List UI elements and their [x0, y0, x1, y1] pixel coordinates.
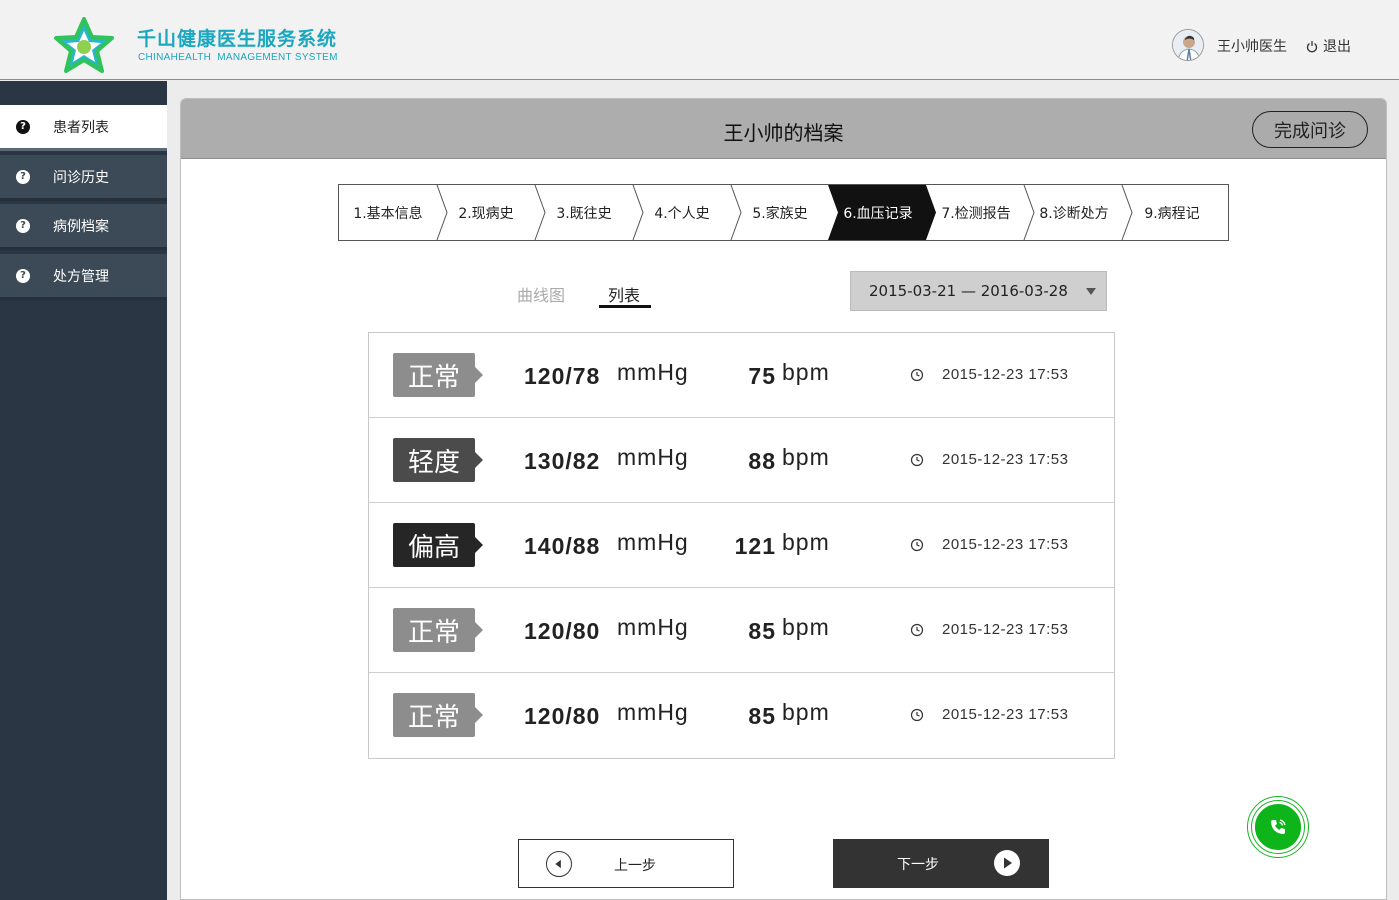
sidebar-item-label: 问诊历史 — [53, 169, 109, 186]
date-range-value: 2015-03-21 — 2016-03-28 — [869, 282, 1068, 300]
record-panel: 王小帅的档案 完成问诊 1.基本信息 2.现病史 3.既往史 4.个人史 5.家… — [180, 98, 1387, 900]
list-item[interactable]: 正常 120/80 mmHg 85 bpm 2015-12-23 17:53 — [369, 673, 1114, 758]
sidebar-item-label: 病例档案 — [53, 218, 109, 235]
sidebar-item-label: 患者列表 — [53, 119, 109, 136]
bp-value: 120/80 — [524, 703, 601, 729]
bp-unit: mmHg — [617, 614, 689, 640]
help-circle-icon: ? — [16, 268, 30, 283]
top-bar: 千山健康医生服务系统 CHINAHEALTH MANAGEMENT SYSTEM… — [0, 0, 1399, 80]
doctor-avatar-icon — [1173, 30, 1203, 60]
active-tab-indicator — [599, 305, 651, 308]
list-item[interactable]: 偏高 140/88 mmHg 121 bpm 2015-12-23 17:53 — [369, 503, 1114, 588]
avatar[interactable] — [1172, 29, 1204, 61]
bp-unit: mmHg — [617, 529, 689, 555]
status-badge: 正常 — [393, 608, 483, 652]
clock-icon — [910, 538, 924, 552]
step-bar: 1.基本信息 2.现病史 3.既往史 4.个人史 5.家族史 6.血压记录 7.… — [338, 184, 1229, 241]
logout-button[interactable]: 退出 — [1306, 36, 1351, 56]
step-family-history[interactable]: 5.家族史 — [731, 185, 829, 240]
sidebar-item-patient-list[interactable]: ? 患者列表 — [0, 105, 167, 151]
caret-down-icon — [1086, 288, 1096, 295]
record-time: 2015-12-23 17:53 — [942, 451, 1069, 468]
bp-unit: mmHg — [617, 359, 689, 385]
heart-rate-value: 75 — [748, 363, 776, 389]
bp-record-list: 正常 120/78 mmHg 75 bpm 2015-12-23 17:53 轻… — [368, 332, 1115, 759]
page-title: 王小帅的档案 — [723, 121, 844, 145]
step-past-history[interactable]: 3.既往史 — [535, 185, 633, 240]
next-step-label: 下一步 — [897, 857, 939, 873]
heart-rate-value: 88 — [748, 448, 776, 474]
finish-consult-button[interactable]: 完成问诊 — [1252, 111, 1368, 148]
tab-list[interactable]: 列表 — [608, 282, 640, 306]
brand-title: 千山健康医生服务系统 — [137, 28, 338, 50]
bp-value: 120/78 — [524, 363, 601, 389]
status-badge: 偏高 — [393, 523, 483, 567]
bp-unit: mmHg — [617, 444, 689, 470]
date-range-select[interactable]: 2015-03-21 — 2016-03-28 — [850, 271, 1107, 311]
list-item[interactable]: 正常 120/78 mmHg 75 bpm 2015-12-23 17:53 — [369, 333, 1114, 418]
record-time: 2015-12-23 17:53 — [942, 621, 1069, 638]
step-test-report[interactable]: 7.检测报告 — [927, 185, 1025, 240]
clock-icon — [910, 368, 924, 382]
heart-rate-unit: bpm — [782, 529, 830, 555]
heart-rate-value: 85 — [748, 703, 776, 729]
sidebar-item-prescription[interactable]: ? 处方管理 — [0, 254, 167, 300]
sidebar-item-label: 处方管理 — [53, 268, 109, 285]
tab-curve[interactable]: 曲线图 — [517, 282, 565, 306]
arrow-left-circle-icon — [546, 851, 572, 877]
step-present-illness[interactable]: 2.现病史 — [437, 185, 535, 240]
clock-icon — [910, 708, 924, 722]
step-basic-info[interactable]: 1.基本信息 — [339, 185, 437, 240]
help-circle-icon: ? — [16, 119, 30, 134]
status-badge: 轻度 — [393, 438, 483, 482]
brand-subtitle: CHINAHEALTH MANAGEMENT SYSTEM — [138, 52, 338, 63]
heart-rate-unit: bpm — [782, 359, 830, 385]
call-button-inner — [1252, 801, 1304, 853]
record-time: 2015-12-23 17:53 — [942, 706, 1069, 723]
heart-rate-value: 121 — [734, 533, 776, 559]
logout-label: 退出 — [1323, 39, 1351, 55]
phone-icon — [1271, 819, 1286, 834]
power-icon — [1306, 40, 1318, 52]
next-step-button[interactable]: 下一步 — [833, 839, 1049, 888]
prev-step-label: 上一步 — [614, 858, 656, 874]
step-personal-history[interactable]: 4.个人史 — [633, 185, 731, 240]
list-item[interactable]: 正常 120/80 mmHg 85 bpm 2015-12-23 17:53 — [369, 588, 1114, 673]
list-item[interactable]: 轻度 130/82 mmHg 88 bpm 2015-12-23 17:53 — [369, 418, 1114, 503]
bp-unit: mmHg — [617, 699, 689, 725]
bp-value: 120/80 — [524, 618, 601, 644]
heart-rate-unit: bpm — [782, 699, 830, 725]
arrow-right-circle-icon — [994, 850, 1020, 876]
clock-icon — [910, 453, 924, 467]
bp-value: 130/82 — [524, 448, 601, 474]
help-circle-icon: ? — [16, 169, 30, 184]
record-time: 2015-12-23 17:53 — [942, 536, 1069, 553]
panel-header: 王小帅的档案 完成问诊 — [181, 99, 1386, 159]
call-button[interactable] — [1247, 796, 1309, 858]
status-badge: 正常 — [393, 353, 483, 397]
status-badge: 正常 — [393, 693, 483, 737]
help-circle-icon: ? — [16, 218, 30, 233]
record-time: 2015-12-23 17:53 — [942, 366, 1069, 383]
heart-rate-unit: bpm — [782, 444, 830, 470]
step-blood-pressure[interactable]: 6.血压记录 — [829, 185, 927, 240]
prev-step-button[interactable]: 上一步 — [518, 839, 734, 888]
step-course-record[interactable]: 9.病程记 — [1123, 185, 1221, 240]
sidebar-item-case-archive[interactable]: ? 病例档案 — [0, 204, 167, 250]
bp-value: 140/88 — [524, 533, 601, 559]
heart-rate-unit: bpm — [782, 614, 830, 640]
heart-rate-value: 85 — [748, 618, 776, 644]
sidebar-item-consult-history[interactable]: ? 问诊历史 — [0, 155, 167, 201]
star-logo-icon — [54, 17, 114, 73]
sidebar: ? 患者列表 ? 问诊历史 ? 病例档案 ? 处方管理 — [0, 81, 167, 900]
clock-icon — [910, 623, 924, 637]
doctor-name[interactable]: 王小帅医生 — [1217, 36, 1287, 56]
step-diagnosis-prescription[interactable]: 8.诊断处方 — [1025, 185, 1123, 240]
